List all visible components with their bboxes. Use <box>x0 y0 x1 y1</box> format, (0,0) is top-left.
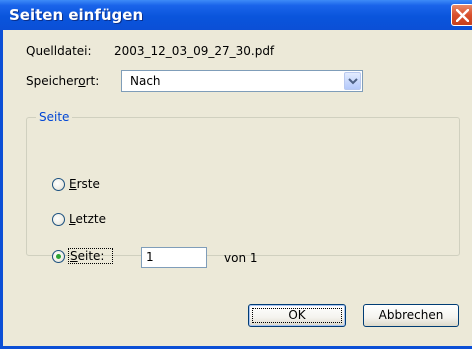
page-number-input[interactable]: 1 <box>141 247 207 268</box>
title-bar[interactable]: Seiten einfügen <box>0 0 472 30</box>
location-select[interactable]: Nach <box>121 70 363 92</box>
radio-page-label[interactable]: Seite: <box>70 249 104 263</box>
close-button[interactable] <box>451 4 472 26</box>
location-select-value: Nach <box>130 74 161 88</box>
radio-first-label[interactable]: Erste <box>69 177 100 191</box>
radio-last-label[interactable]: Letzte <box>69 212 106 226</box>
radio-selected-dot <box>56 254 61 259</box>
cancel-button[interactable]: Abbrechen <box>363 304 459 327</box>
page-number-value: 1 <box>146 250 154 264</box>
pages-group-title: Seite <box>36 110 73 124</box>
page-count-label: von 1 <box>224 251 258 265</box>
window-title: Seiten einfügen <box>9 6 144 24</box>
radio-first[interactable] <box>52 178 65 191</box>
ok-focus-rect <box>252 308 342 323</box>
insert-pages-dialog: Seiten einfügen Quelldatei: 2003_12_03_0… <box>0 0 472 349</box>
location-label: Speicherort: <box>26 74 100 88</box>
source-file-value: 2003_12_03_09_27_30.pdf <box>114 44 275 58</box>
cancel-button-label: Abbrechen <box>378 308 444 322</box>
radio-last[interactable] <box>52 213 65 226</box>
ok-button[interactable]: OK <box>248 304 346 327</box>
source-file-label: Quelldatei: <box>26 44 92 58</box>
radio-page[interactable] <box>52 250 65 263</box>
location-dropdown-button[interactable] <box>344 72 361 90</box>
